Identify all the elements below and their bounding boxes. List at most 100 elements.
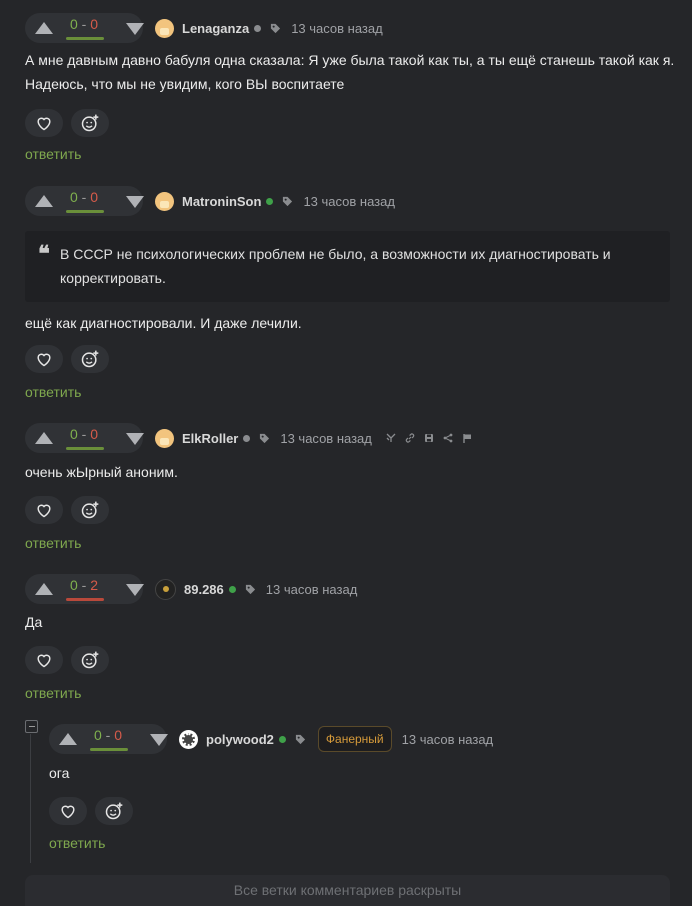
avatar[interactable] bbox=[155, 18, 174, 38]
username[interactable]: Lenaganza bbox=[182, 21, 249, 36]
tag-icon[interactable] bbox=[295, 734, 306, 745]
like-button[interactable] bbox=[25, 646, 63, 674]
heart-icon bbox=[37, 504, 51, 518]
vote-score: 0 - 0 bbox=[69, 16, 99, 32]
comment-text: очень жЫрный аноним. bbox=[25, 464, 178, 480]
status-dot bbox=[243, 434, 251, 442]
username[interactable]: ElkRoller bbox=[182, 431, 238, 446]
thread-line[interactable] bbox=[30, 734, 31, 863]
username[interactable]: polywood2 bbox=[206, 732, 274, 747]
reply-link[interactable]: ответить bbox=[25, 685, 81, 701]
username[interactable]: MatroninSon bbox=[182, 194, 261, 209]
emoji-add-icon bbox=[81, 114, 99, 132]
vote-widget: 0 - 0 bbox=[25, 423, 144, 453]
emoji-add-icon bbox=[81, 651, 99, 669]
comment-tools bbox=[386, 433, 472, 443]
quote-block: ❝ В СССР не психологических проблем не б… bbox=[25, 231, 670, 302]
comment-actions bbox=[25, 496, 109, 524]
score-negative: 0 bbox=[90, 426, 99, 442]
vote-bar bbox=[66, 37, 104, 40]
score-positive: 0 bbox=[69, 189, 78, 205]
share-icon[interactable] bbox=[443, 433, 453, 443]
vote-widget: 0 - 2 bbox=[25, 574, 144, 604]
reply-link[interactable]: ответить bbox=[49, 835, 105, 851]
flag-icon[interactable] bbox=[462, 433, 472, 443]
thread-icon[interactable] bbox=[386, 433, 396, 443]
collapse-thread-button[interactable] bbox=[25, 720, 38, 733]
status-dot bbox=[254, 24, 262, 32]
comment-text: А мне давным давно бабуля одна сказала: … bbox=[25, 52, 675, 92]
comment-text: ещё как диагностировали. И даже лечили. bbox=[25, 315, 302, 331]
comment-header: 0 - 0 Lenaganza 13 часов назад bbox=[25, 13, 383, 43]
reply-link[interactable]: ответить bbox=[25, 384, 81, 400]
link-icon[interactable] bbox=[405, 433, 415, 443]
all-threads-expanded-button[interactable]: Все ветки комментариев раскрыты bbox=[25, 875, 670, 906]
comment-text: Да bbox=[25, 614, 43, 630]
tag-icon[interactable] bbox=[259, 433, 270, 444]
vote-bar bbox=[66, 447, 104, 450]
downvote-arrow-icon[interactable] bbox=[126, 433, 144, 445]
vote-score: 0 - 0 bbox=[93, 727, 123, 743]
vote-score: 0 - 0 bbox=[69, 189, 99, 205]
downvote-arrow-icon[interactable] bbox=[126, 584, 144, 596]
add-reaction-button[interactable] bbox=[71, 109, 109, 137]
score-negative: 0 bbox=[90, 189, 99, 205]
vote-widget: 0 - 0 bbox=[49, 724, 168, 754]
like-button[interactable] bbox=[49, 797, 87, 825]
like-button[interactable] bbox=[25, 109, 63, 137]
upvote-arrow-icon[interactable] bbox=[35, 195, 53, 207]
username[interactable]: 89.286 bbox=[184, 582, 224, 597]
score-negative: 2 bbox=[90, 577, 99, 593]
timestamp[interactable]: 13 часов назад bbox=[266, 582, 358, 597]
downvote-arrow-icon[interactable] bbox=[150, 734, 168, 746]
heart-icon bbox=[37, 117, 51, 131]
vote-widget: 0 - 0 bbox=[25, 13, 144, 43]
add-reaction-button[interactable] bbox=[71, 345, 109, 373]
vote-bar bbox=[90, 748, 128, 751]
reply-link[interactable]: ответить bbox=[25, 146, 81, 162]
downvote-arrow-icon[interactable] bbox=[126, 23, 144, 35]
vote-widget: 0 - 0 bbox=[25, 186, 144, 216]
vote-bar bbox=[66, 598, 104, 601]
avatar[interactable] bbox=[155, 578, 176, 600]
status-dot bbox=[278, 735, 286, 743]
comment-text: ога bbox=[49, 765, 70, 781]
score-positive: 0 bbox=[69, 426, 78, 442]
timestamp[interactable]: 13 часов назад bbox=[280, 431, 372, 446]
add-reaction-button[interactable] bbox=[95, 797, 133, 825]
comment-actions bbox=[25, 646, 109, 674]
save-icon[interactable] bbox=[424, 433, 434, 443]
avatar[interactable] bbox=[155, 428, 174, 448]
status-dot bbox=[266, 197, 274, 205]
quote-text: В СССР не психологических проблем не был… bbox=[60, 246, 611, 286]
downvote-arrow-icon[interactable] bbox=[126, 196, 144, 208]
comment-header: 0 - 2 89.286 13 часов назад bbox=[25, 574, 357, 604]
emoji-add-icon bbox=[105, 802, 123, 820]
timestamp[interactable]: 13 часов назад bbox=[291, 21, 383, 36]
status-dot bbox=[228, 585, 236, 593]
comment-header: 0 - 0 polywood2 Фанерный 13 часов назад bbox=[49, 724, 493, 754]
score-positive: 0 bbox=[69, 16, 78, 32]
user-badge[interactable]: Фанерный bbox=[317, 726, 392, 752]
upvote-arrow-icon[interactable] bbox=[59, 733, 77, 745]
vote-score: 0 - 0 bbox=[69, 426, 99, 442]
add-reaction-button[interactable] bbox=[71, 496, 109, 524]
tag-icon[interactable] bbox=[245, 584, 256, 595]
timestamp[interactable]: 13 часов назад bbox=[303, 194, 395, 209]
like-button[interactable] bbox=[25, 496, 63, 524]
heart-icon bbox=[37, 654, 51, 668]
add-reaction-button[interactable] bbox=[71, 646, 109, 674]
score-positive: 0 bbox=[93, 727, 102, 743]
like-button[interactable] bbox=[25, 345, 63, 373]
avatar[interactable] bbox=[179, 729, 198, 749]
comment-header: 0 - 0 MatroninSon 13 часов назад bbox=[25, 186, 395, 216]
tag-icon[interactable] bbox=[270, 23, 281, 34]
upvote-arrow-icon[interactable] bbox=[35, 583, 53, 595]
comment-actions bbox=[25, 109, 109, 137]
reply-link[interactable]: ответить bbox=[25, 535, 81, 551]
upvote-arrow-icon[interactable] bbox=[35, 432, 53, 444]
avatar[interactable] bbox=[155, 191, 174, 211]
timestamp[interactable]: 13 часов назад bbox=[402, 732, 494, 747]
tag-icon[interactable] bbox=[282, 196, 293, 207]
upvote-arrow-icon[interactable] bbox=[35, 22, 53, 34]
